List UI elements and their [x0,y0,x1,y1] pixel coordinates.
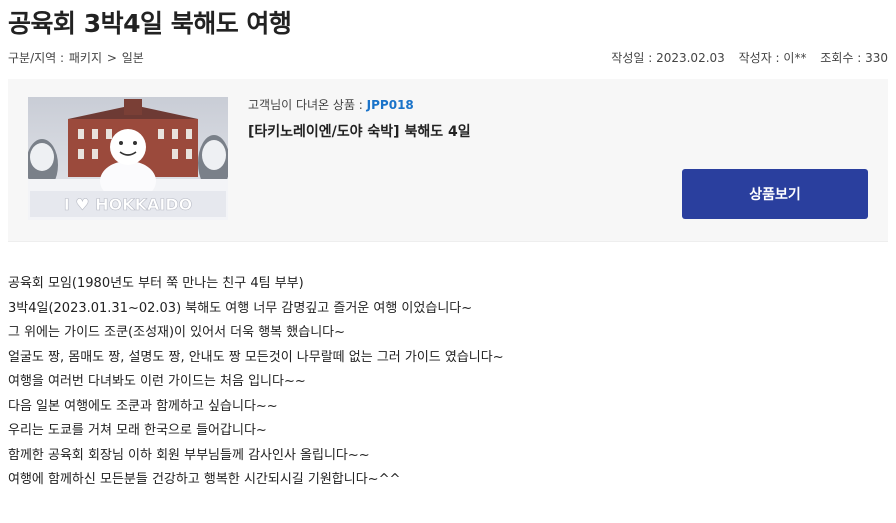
page-title: 공육회 3박4일 북해도 여행 [8,9,292,38]
post-views: 조회수 : 330 [820,51,888,65]
breadcrumb: 구분/지역 : 패키지 > 일본 [8,49,145,66]
body-line: 다음 일본 여행에도 조쿤과 함께하고 싶습니다~~ [8,398,278,414]
thumbnail-sign-text: I ♥ HOKKAIDO [64,195,192,214]
body-line: 우리는 도쿄를 거쳐 모래 한국으로 들어갑니다~ [8,423,267,438]
view-product-button[interactable]: 상품보기 [682,169,868,219]
product-box: I ♥ HOKKAIDO 고객님이 다녀온 상품 : JPP018 [타키노레이… [8,79,888,242]
snowman-photo: I ♥ HOKKAIDO [28,97,228,220]
breadcrumb-region[interactable]: 일본 [122,51,144,65]
body-line: 그 위에는 가이드 조쿤(조성재)이 있어서 더욱 행복 했습니다~ [8,325,346,340]
post-author: 작성자 : 이** [738,51,807,65]
body-line: 함께한 공육회 회장님 이하 회원 부부님들께 감사인사 올립니다~~ [8,447,370,463]
breadcrumb-separator: > [103,51,121,65]
product-thumbnail[interactable]: I ♥ HOKKAIDO [28,97,228,220]
body-line: 여행에 함께하신 모든분들 건강하고 행복한 시간되시길 기원합니다~^^ [8,472,401,487]
category-label: 구분/지역 : [8,51,68,65]
product-code-line: 고객님이 다녀온 상품 : JPP018 [248,98,414,112]
post-meta: 구분/지역 : 패키지 > 일본 작성일 : 2023.02.03 작성자 : … [8,49,888,67]
body-line: 얼굴도 짱, 몸매도 짱, 설명도 짱, 안내도 짱 모든것이 나무랄떼 없는 … [8,349,504,365]
body-line: 공육회 모임(1980년도 부터 쭉 만나는 친구 4팀 부부) [8,276,304,291]
post-info: 작성일 : 2023.02.03 작성자 : 이** 조회수 : 330 [601,49,888,66]
body-line: 여행을 여러번 다녀봐도 이런 가이드는 처음 입니다~~ [8,374,306,389]
product-name[interactable]: [타키노레이엔/도야 숙박] 북해도 4일 [248,121,471,141]
breadcrumb-category[interactable]: 패키지 [69,51,102,65]
post-date: 작성일 : 2023.02.03 [611,51,725,65]
product-code: JPP018 [366,98,414,112]
post-body: 공육회 모임(1980년도 부터 쭉 만나는 친구 4팀 부부) 3박4일(20… [8,272,504,493]
body-line: 3박4일(2023.01.31~02.03) 북해도 여행 너무 감명깊고 즐거… [8,300,473,316]
